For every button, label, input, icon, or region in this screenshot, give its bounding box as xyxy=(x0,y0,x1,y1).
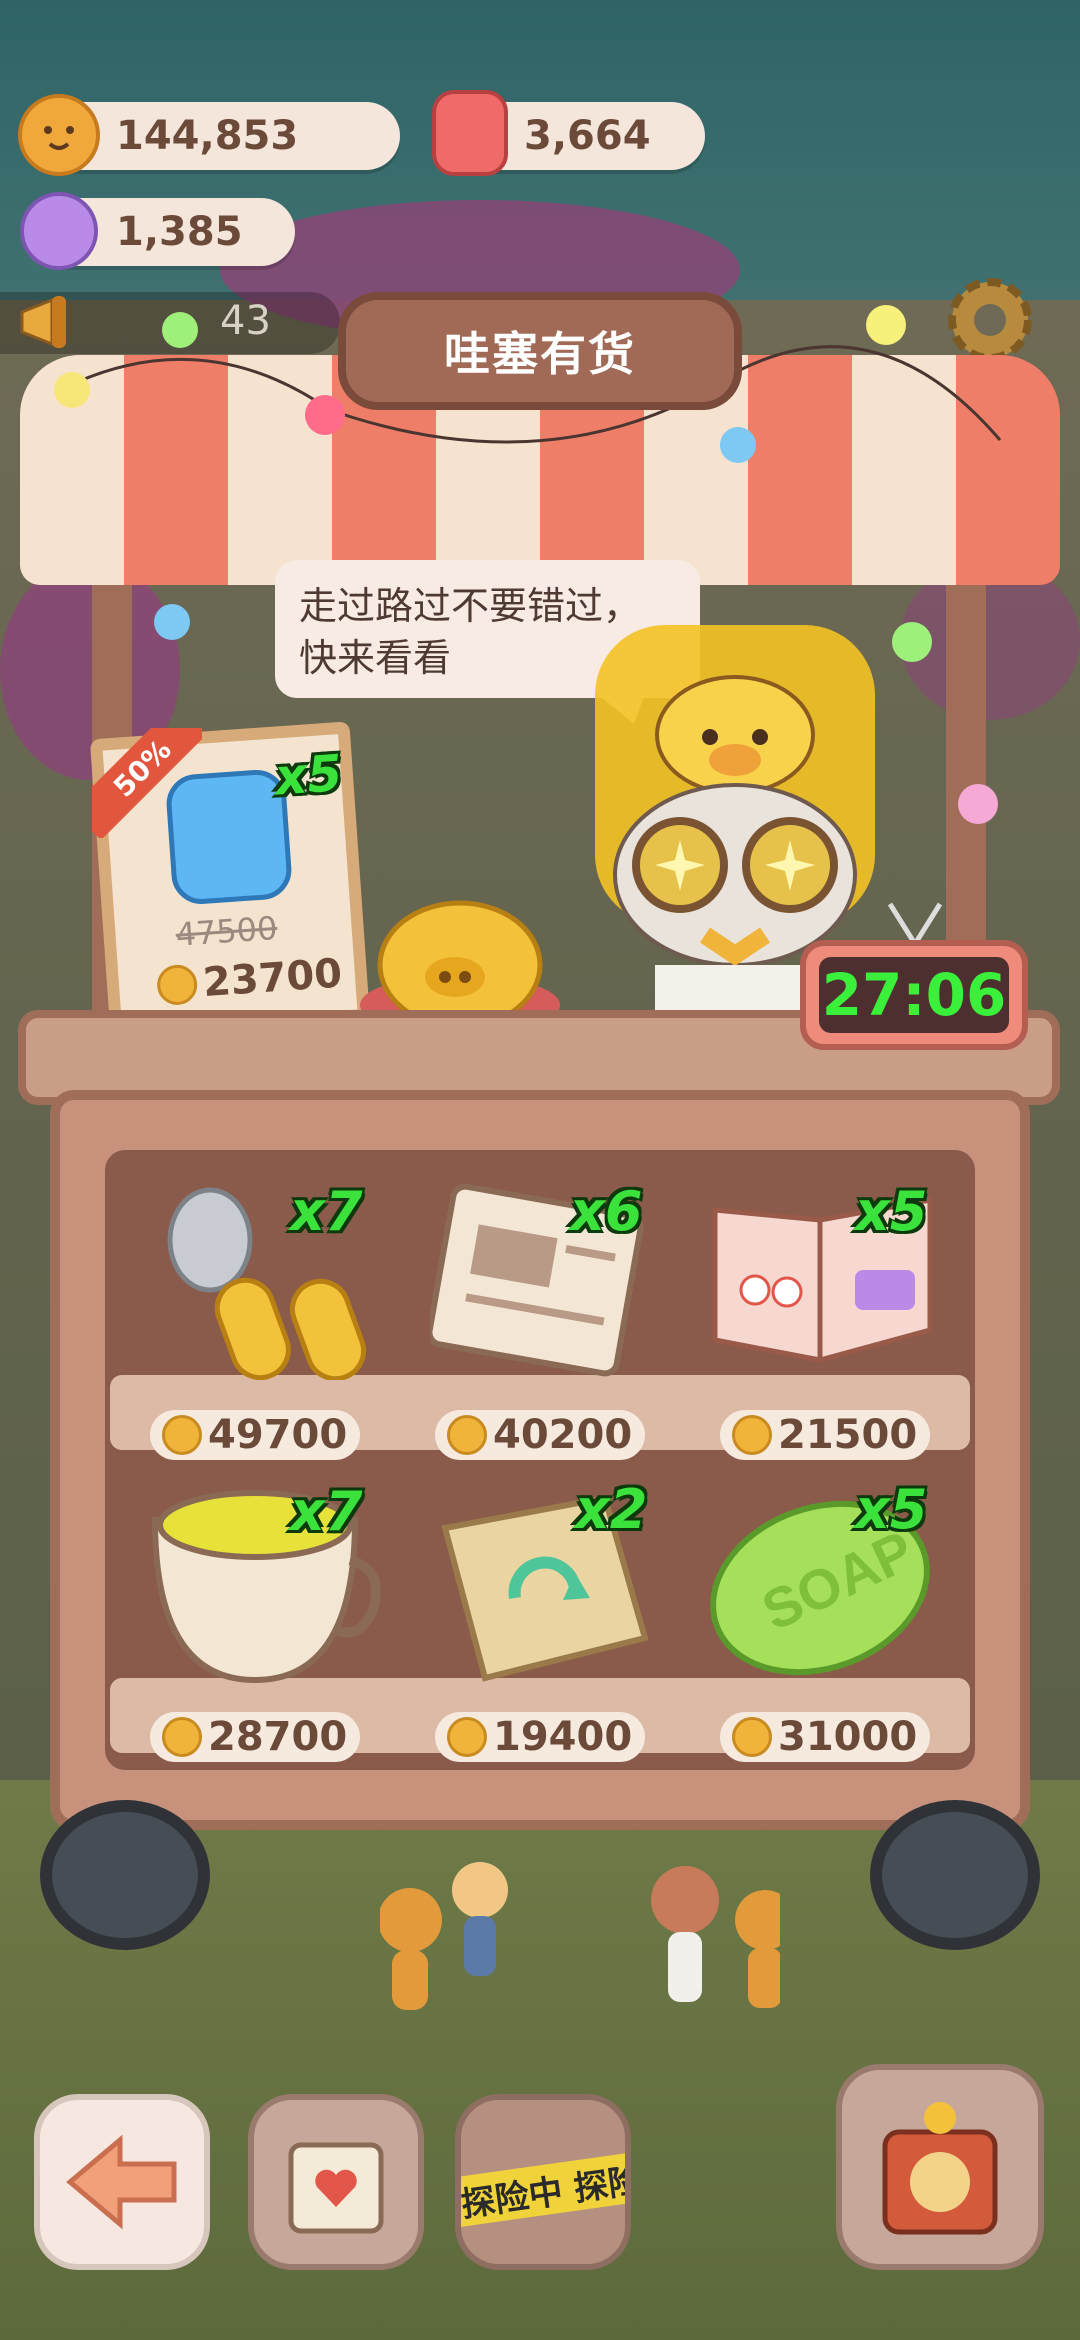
candy-icon xyxy=(20,192,98,270)
coin-icon xyxy=(162,1717,202,1757)
item-6-quantity: x5 xyxy=(855,1478,928,1541)
restock-timer: 27:06 xyxy=(800,940,1028,1050)
featured-quantity: x5 xyxy=(272,744,344,807)
item-6-price-tag: 31000 xyxy=(720,1712,930,1762)
shop-item-2[interactable]: x6 xyxy=(426,1180,660,1380)
item-5-price: 19400 xyxy=(493,1714,633,1760)
cart-wheel-right xyxy=(870,1800,1040,1950)
coin-icon xyxy=(732,1717,772,1757)
featured-price: 23700 xyxy=(201,950,344,1007)
shop-item-6[interactable]: SOAP x5 xyxy=(705,1478,945,1688)
item-3-price: 21500 xyxy=(778,1412,918,1458)
featured-price-tag: 23700 xyxy=(155,950,344,1009)
item-6-price: 31000 xyxy=(778,1714,918,1760)
coin-icon xyxy=(162,1415,202,1455)
item-3-quantity: x5 xyxy=(855,1180,928,1243)
shop-item-3[interactable]: x5 xyxy=(705,1180,945,1380)
coin-icon xyxy=(155,963,199,1007)
item-4-price: 28700 xyxy=(208,1714,348,1760)
discount-label: 50% xyxy=(106,732,178,804)
gem-icon xyxy=(432,90,508,176)
coin-icon xyxy=(447,1415,487,1455)
diary-button[interactable] xyxy=(248,2094,424,2270)
shop-item-4[interactable]: x7 xyxy=(145,1480,385,1690)
shop-title-sign: 哇塞有货 xyxy=(338,292,742,410)
shop-item-1[interactable]: x7 xyxy=(150,1180,380,1382)
shop-title: 哇塞有货 xyxy=(444,327,636,381)
item-1-quantity: x7 xyxy=(290,1180,363,1243)
item-4-quantity: x7 xyxy=(290,1480,363,1543)
coin-icon xyxy=(447,1717,487,1757)
coin-icon xyxy=(732,1415,772,1455)
item-2-quantity: x6 xyxy=(570,1180,643,1243)
featured-old-price: 47500 xyxy=(174,908,279,954)
item-5-price-tag: 19400 xyxy=(435,1712,645,1762)
item-5-quantity: x2 xyxy=(575,1478,648,1541)
item-1-price-tag: 49700 xyxy=(150,1410,360,1460)
item-4-price-tag: 28700 xyxy=(150,1712,360,1762)
adventure-tape: 探险中 探险 xyxy=(458,2148,631,2230)
cart-wheel-left xyxy=(40,1800,210,1950)
light-bulb-pink xyxy=(958,784,998,824)
back-arrow-icon xyxy=(66,2134,177,2230)
item-3-price-tag: 21500 xyxy=(720,1410,930,1460)
adventure-button[interactable]: 探险中 探险 xyxy=(455,2094,631,2270)
shop-item-5[interactable]: x2 xyxy=(425,1478,665,1688)
gem-count: 3,664 xyxy=(524,113,651,159)
cookie-count: 144,853 xyxy=(116,113,299,159)
cookie-icon xyxy=(18,94,100,176)
candy-count: 1,385 xyxy=(116,209,243,255)
timer-text: 27:06 xyxy=(821,961,1007,1029)
villager-characters xyxy=(378,1850,795,2020)
discount-ribbon: 50% xyxy=(92,728,202,838)
item-2-price-tag: 40200 xyxy=(435,1410,645,1460)
theater-icon xyxy=(882,2102,998,2235)
back-button[interactable] xyxy=(34,2094,210,2270)
theater-button[interactable] xyxy=(836,2064,1044,2270)
item-1-price: 49700 xyxy=(208,1412,348,1458)
item-2-price: 40200 xyxy=(493,1412,633,1458)
calendar-heart-icon xyxy=(288,2142,384,2234)
timer-antenna-icon xyxy=(880,896,950,946)
adventure-tape-text: 探险中 探险 xyxy=(458,2160,631,2225)
